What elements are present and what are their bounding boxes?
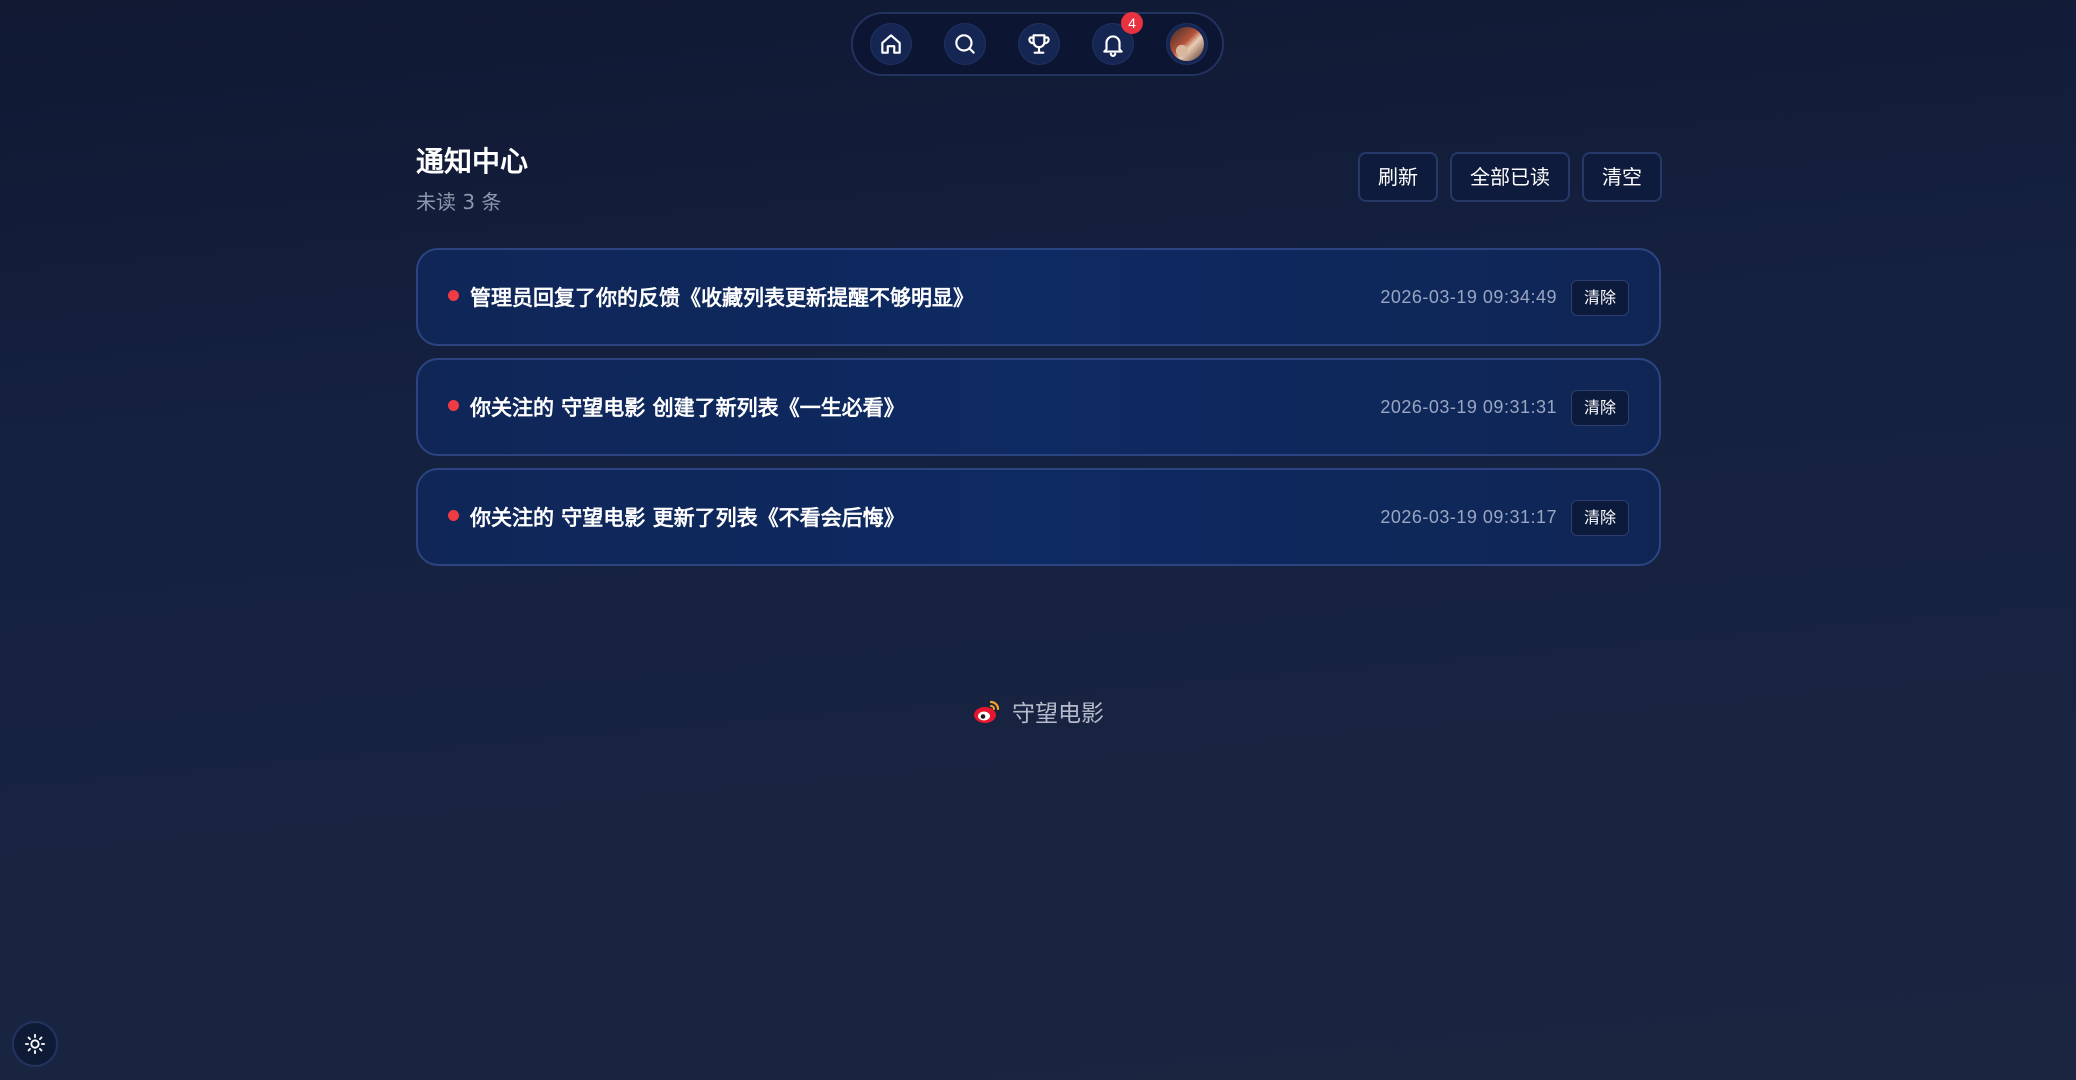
home-icon <box>881 34 901 54</box>
trophy-icon <box>1028 34 1050 54</box>
notification-item[interactable]: 你关注的 守望电影 创建了新列表《一生必看》 2026-03-19 09:31:… <box>416 358 1661 456</box>
notification-item[interactable]: 管理员回复了你的反馈《收藏列表更新提醒不够明显》 2026-03-19 09:3… <box>416 248 1661 346</box>
refresh-button[interactable]: 刷新 <box>1358 152 1438 202</box>
top-nav: 4 <box>851 12 1224 76</box>
clear-notification-button[interactable]: 清除 <box>1570 500 1629 536</box>
sun-icon <box>24 1033 46 1055</box>
notification-list: 管理员回复了你的反馈《收藏列表更新提醒不够明显》 2026-03-19 09:3… <box>416 248 1661 578</box>
header-actions: 刷新 全部已读 清空 <box>1358 152 1662 202</box>
page-title: 通知中心 <box>416 145 529 178</box>
nav-notifications-button[interactable]: 4 <box>1093 12 1143 64</box>
notification-time: 2026-03-19 09:31:31 <box>1380 397 1557 417</box>
unread-count: 未读 3 条 <box>416 190 502 214</box>
search-icon <box>955 34 975 54</box>
unread-dot <box>448 510 459 521</box>
notification-time: 2026-03-19 09:31:17 <box>1380 507 1557 527</box>
brand-name: 守望电影 <box>1012 701 1104 727</box>
nav-search-button[interactable] <box>945 24 985 64</box>
clear-notification-button[interactable]: 清除 <box>1570 390 1629 426</box>
clear-all-button[interactable]: 清空 <box>1582 152 1662 202</box>
unread-dot <box>448 400 459 411</box>
clear-notification-button[interactable]: 清除 <box>1570 280 1629 316</box>
notification-count-badge: 4 <box>1121 12 1143 34</box>
notification-text: 你关注的 守望电影 更新了列表《不看会后悔》 <box>470 506 905 530</box>
notification-item[interactable]: 你关注的 守望电影 更新了列表《不看会后悔》 2026-03-19 09:31:… <box>416 468 1661 566</box>
weibo-icon <box>974 700 1000 723</box>
unread-dot <box>448 290 459 301</box>
nav-home-button[interactable] <box>871 24 911 64</box>
notification-text: 你关注的 守望电影 创建了新列表《一生必看》 <box>470 396 905 420</box>
bell-icon <box>1103 35 1123 57</box>
nav-trophy-button[interactable] <box>1019 24 1059 64</box>
nav-avatar-button[interactable] <box>1167 24 1207 64</box>
avatar <box>1170 27 1204 61</box>
footer-brand-link[interactable]: 守望电影 <box>972 694 1104 728</box>
notification-text: 管理员回复了你的反馈《收藏列表更新提醒不够明显》 <box>470 286 974 310</box>
notification-time: 2026-03-19 09:34:49 <box>1380 287 1557 307</box>
theme-toggle-button[interactable] <box>12 1021 58 1067</box>
mark-all-read-button[interactable]: 全部已读 <box>1450 152 1570 202</box>
